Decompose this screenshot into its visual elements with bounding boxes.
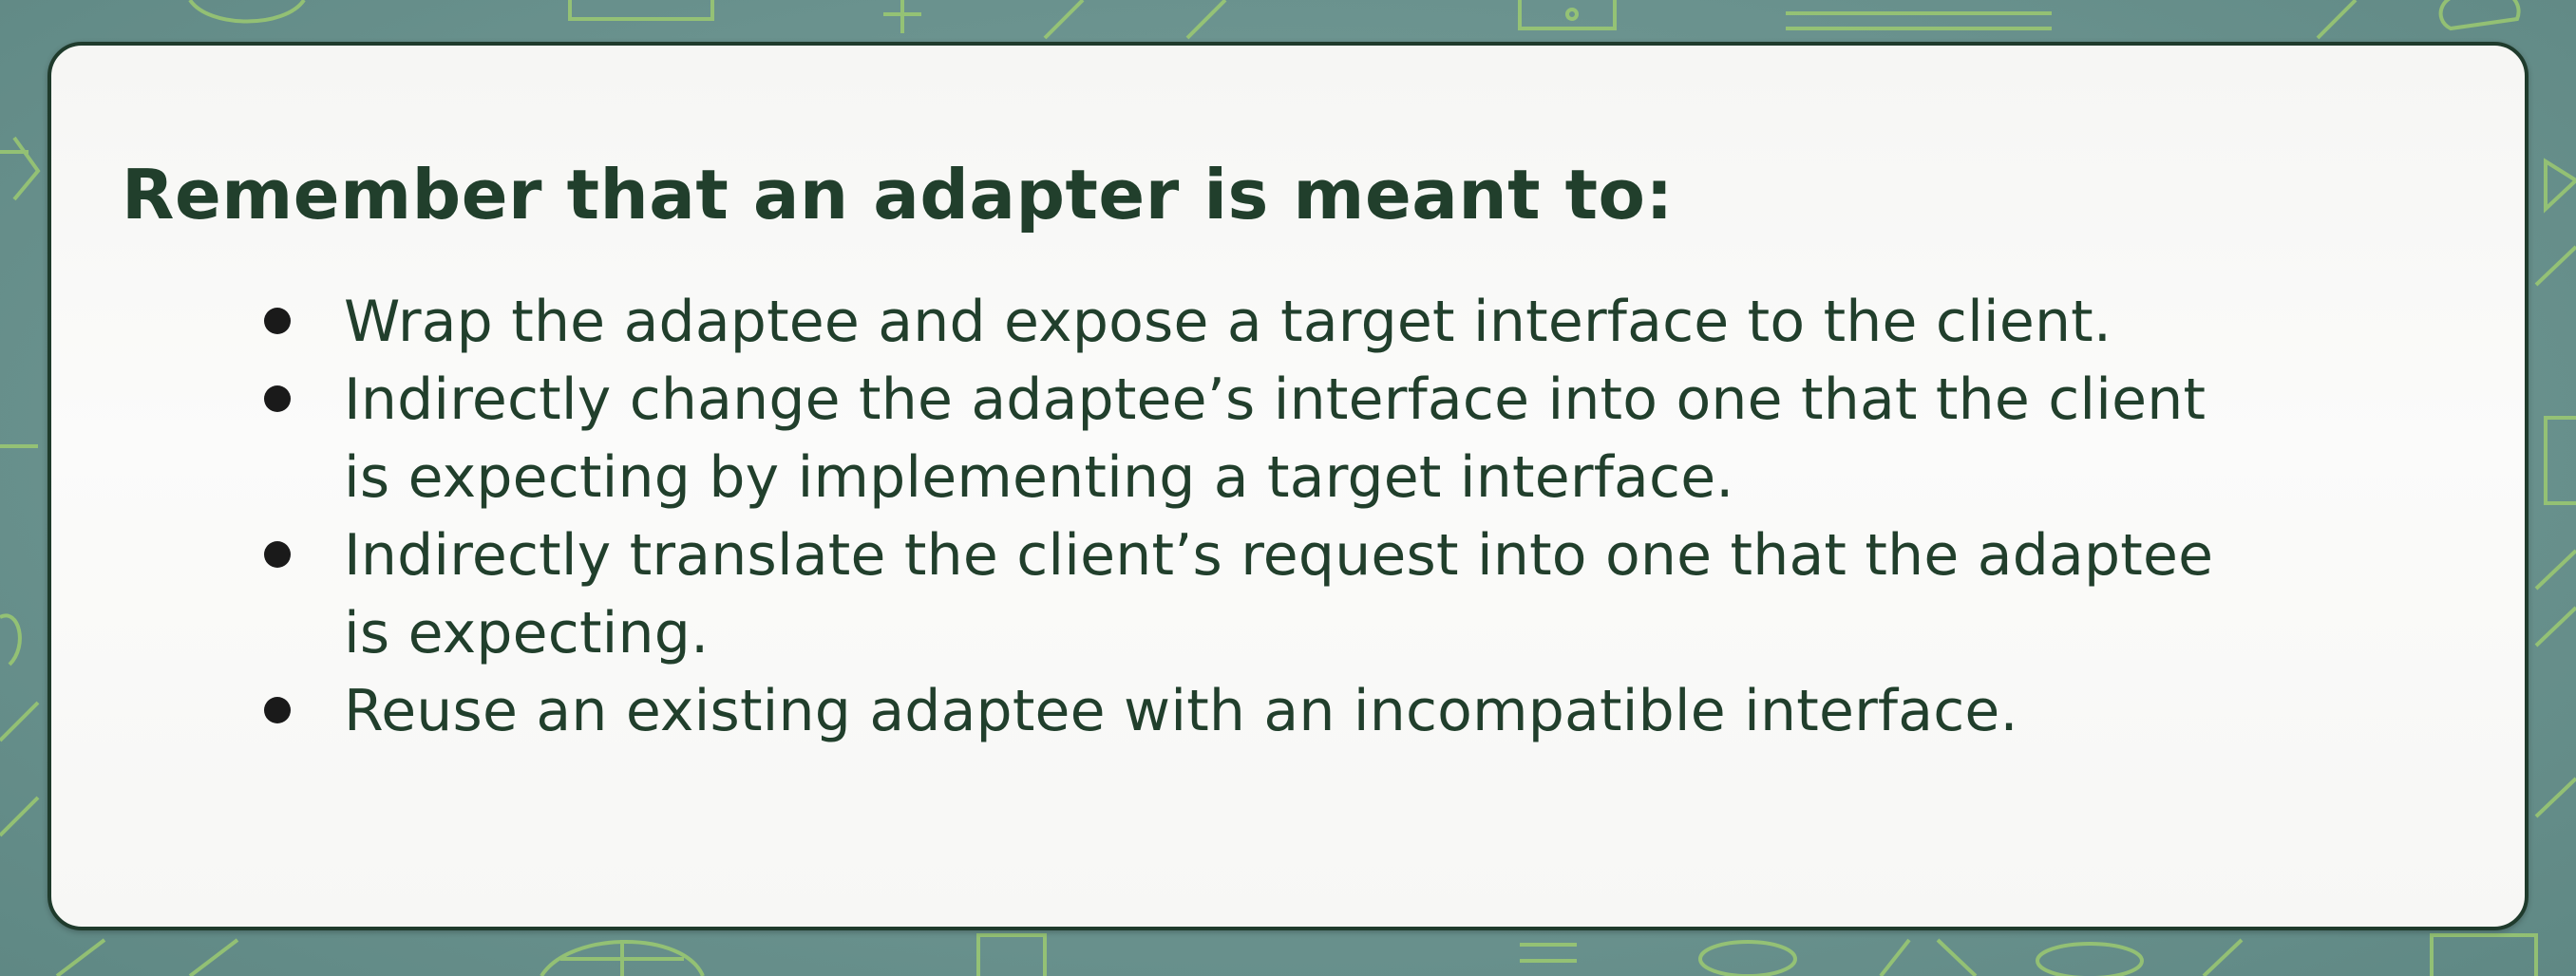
bullet-item: Indirectly translate the client’s reques… [264,516,2411,672]
bullet-text-continued: is expecting. [344,600,710,666]
bullet-dot-icon [264,697,291,723]
bullet-text: Wrap the adaptee and expose a target int… [344,289,2112,355]
bullet-text: Reuse an existing adaptee with an incomp… [344,678,2018,744]
bullet-text: Indirectly translate the client’s reques… [344,522,2214,589]
monitor-icon-top [568,0,714,21]
bullet-item: Indirectly change the adaptee’s interfac… [264,361,2411,516]
bullet-item: Reuse an existing adaptee with an incomp… [264,672,2411,750]
bullet-text-continued: is expecting by implementing a target in… [344,444,1734,511]
slide: Remember that an adapter is meant to: Wr… [0,0,2576,976]
bullet-dot-icon [264,541,291,568]
bullet-item: Wrap the adaptee and expose a target int… [264,283,2411,361]
bullet-list: Wrap the adaptee and expose a target int… [264,283,2411,750]
bullet-dot-icon [264,308,291,334]
bullet-dot-icon [264,385,291,412]
cloud-icon-top [188,0,306,24]
slide-heading: Remember that an adapter is meant to: [122,155,1674,235]
bullet-text: Indirectly change the adaptee’s interfac… [344,366,2207,433]
